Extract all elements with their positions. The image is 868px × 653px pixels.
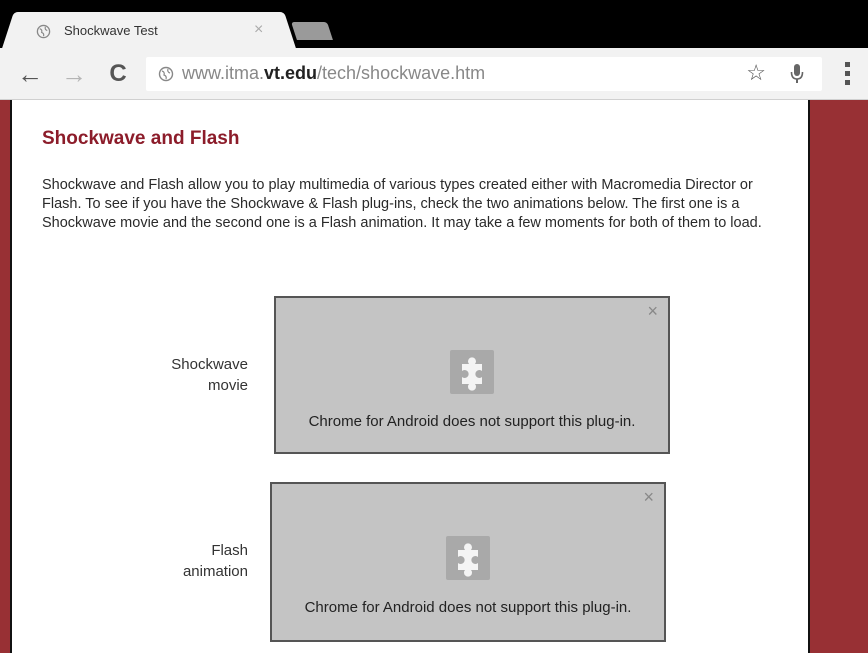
url-prefix: www.itma. — [182, 63, 265, 83]
page-title: Shockwave and Flash — [42, 128, 240, 149]
puzzle-piece-icon — [446, 536, 490, 580]
plugin-close-icon[interactable]: × — [647, 302, 658, 320]
page-intro: Shockwave and Flash allow you to play mu… — [42, 177, 762, 231]
shockwave-plugin-placeholder[interactable]: × Chrome for Android does not support th… — [274, 296, 670, 454]
reload-icon[interactable]: C — [100, 48, 136, 100]
back-arrow-icon[interactable]: ← — [12, 48, 48, 100]
plugin-unsupported-message: Chrome for Android does not support this… — [304, 599, 632, 616]
tab-close-icon[interactable]: × — [254, 21, 263, 39]
url-host: vt.edu — [264, 63, 318, 83]
page-margin — [0, 100, 10, 653]
plugin-close-icon[interactable]: × — [643, 488, 654, 506]
url-text: www.itma.vt.edu/tech/shockwave.htm — [182, 63, 485, 84]
label-line: animation — [182, 563, 248, 580]
label-line: Flash — [211, 542, 248, 559]
address-bar[interactable]: www.itma.vt.edu/tech/shockwave.htm ☆ — [146, 57, 822, 91]
flash-plugin-placeholder[interactable]: × Chrome for Android does not support th… — [270, 482, 666, 642]
forward-arrow-icon[interactable]: → — [56, 48, 92, 100]
page-body: Shockwave and Flash Shockwave and Flash … — [10, 100, 810, 653]
overflow-menu-icon[interactable] — [836, 60, 860, 88]
tab-title: Shockwave Test — [64, 23, 158, 38]
puzzle-piece-icon — [450, 350, 494, 394]
tab-strip: Shockwave Test × — [0, 0, 868, 48]
globe-icon — [158, 66, 174, 82]
tab-shockwave-test[interactable]: Shockwave Test × — [16, 12, 282, 48]
shockwave-movie-label: Shockwave movie — [108, 354, 248, 396]
flash-animation-label: Flash animation — [108, 540, 248, 582]
browser-toolbar: ← → C www.itma.vt.edu/tech/shockwave.htm… — [0, 48, 868, 100]
plugin-unsupported-message: Chrome for Android does not support this… — [308, 413, 636, 430]
label-line: Shockwave — [171, 356, 248, 373]
microphone-icon[interactable] — [790, 63, 804, 85]
globe-icon — [36, 24, 51, 39]
new-tab-button[interactable] — [291, 22, 333, 40]
web-content: Shockwave and Flash Shockwave and Flash … — [0, 100, 868, 653]
star-icon[interactable]: ☆ — [746, 60, 766, 86]
label-line: movie — [207, 377, 248, 394]
url-path: /tech/shockwave.htm — [317, 63, 486, 83]
